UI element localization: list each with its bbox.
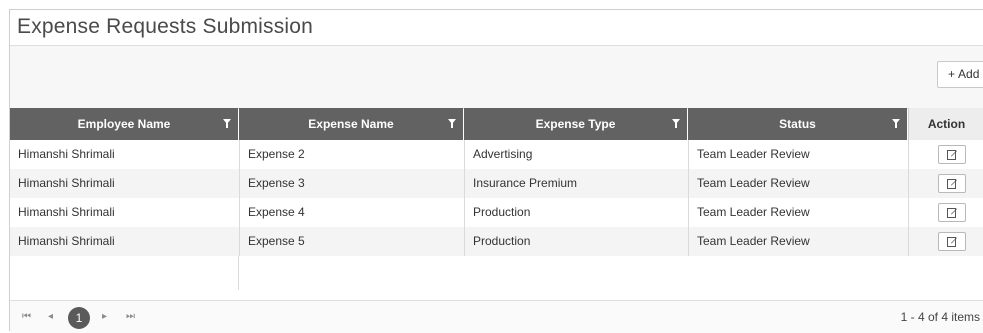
column-header-status[interactable]: Status	[688, 108, 907, 140]
table-row[interactable]: Himanshi Shrimali Expense 2 Advertising …	[10, 140, 983, 169]
edit-button[interactable]	[938, 145, 966, 164]
locked-column-filler	[10, 256, 239, 290]
expense-type-cell: Production	[464, 198, 688, 227]
expense-name-cell: Expense 4	[239, 198, 464, 227]
expense-type-cell: Advertising	[464, 140, 688, 169]
current-page-button[interactable]: 1	[68, 307, 90, 329]
edit-icon	[947, 179, 957, 189]
status-cell: Team Leader Review	[688, 198, 908, 227]
status-cell: Team Leader Review	[688, 169, 908, 198]
column-header-expense-name[interactable]: Expense Name	[239, 108, 463, 140]
status-cell: Team Leader Review	[688, 140, 908, 169]
first-page-icon[interactable]: ⏮	[22, 301, 31, 333]
expense-requests-panel: Expense Requests Submission + Add Employe…	[9, 9, 983, 333]
filter-icon[interactable]	[223, 119, 231, 128]
next-page-icon[interactable]: ▸	[102, 301, 107, 333]
column-header-label: Expense Name	[308, 117, 394, 131]
status-cell: Team Leader Review	[688, 227, 908, 256]
grid-header: Employee Name Expense Name Expense Type …	[10, 108, 983, 140]
edit-icon	[947, 237, 957, 247]
employee-name-cell: Himanshi Shrimali	[18, 205, 115, 219]
table-row[interactable]: Himanshi Shrimali Expense 3 Insurance Pr…	[10, 169, 983, 198]
filter-icon[interactable]	[448, 119, 456, 128]
page-title: Expense Requests Submission	[17, 15, 314, 38]
column-header-employee-name[interactable]: Employee Name	[10, 108, 238, 140]
pager-summary: 1 - 4 of 4 items	[900, 310, 980, 324]
edit-button[interactable]	[938, 232, 966, 251]
column-header-label: Status	[779, 117, 816, 131]
employee-name-cell: Himanshi Shrimali	[18, 176, 115, 190]
column-header-action: Action	[908, 108, 983, 140]
employee-name-cell: Himanshi Shrimali	[18, 234, 115, 248]
filter-icon[interactable]	[672, 119, 680, 128]
add-button[interactable]: + Add	[937, 61, 983, 88]
expense-grid: Employee Name Expense Name Expense Type …	[10, 108, 983, 290]
expense-type-cell: Production	[464, 227, 688, 256]
filter-icon[interactable]	[892, 119, 900, 128]
table-row[interactable]: Himanshi Shrimali Expense 4 Production T…	[10, 198, 983, 227]
grid-toolbar: + Add	[10, 46, 983, 109]
edit-icon	[947, 150, 957, 160]
prev-page-icon[interactable]: ◂	[48, 301, 53, 333]
column-header-expense-type[interactable]: Expense Type	[464, 108, 687, 140]
last-page-icon[interactable]: ⏭	[126, 301, 135, 333]
column-header-label: Expense Type	[535, 117, 616, 131]
table-row[interactable]: Himanshi Shrimali Expense 5 Production T…	[10, 227, 983, 256]
expense-name-cell: Expense 2	[239, 140, 464, 169]
column-header-label: Employee Name	[77, 117, 171, 131]
edit-button[interactable]	[938, 203, 966, 222]
employee-name-cell: Himanshi Shrimali	[18, 147, 115, 161]
expense-name-cell: Expense 5	[239, 227, 464, 256]
plus-icon: +	[948, 67, 956, 81]
pager: ⏮ ◂ 1 ▸ ⏭ 1 - 4 of 4 items	[10, 300, 983, 333]
edit-button[interactable]	[938, 174, 966, 193]
edit-icon	[947, 208, 957, 218]
expense-name-cell: Expense 3	[239, 169, 464, 198]
add-button-label: Add	[958, 67, 980, 81]
expense-type-cell: Insurance Premium	[464, 169, 688, 198]
